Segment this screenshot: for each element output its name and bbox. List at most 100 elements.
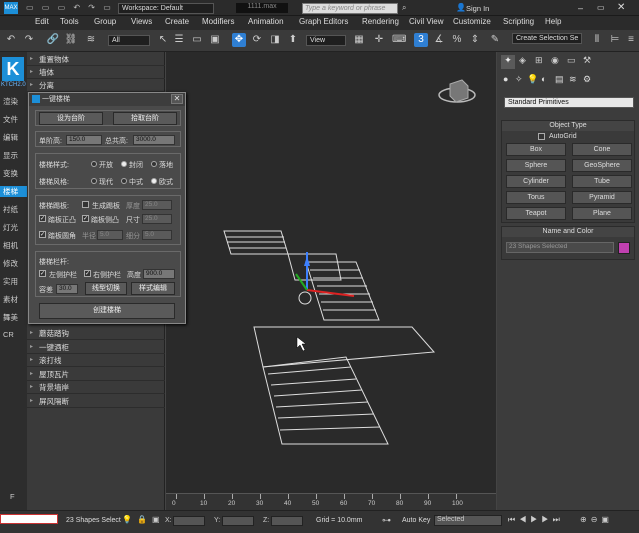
style-edit-button[interactable]: 样式编辑 bbox=[131, 282, 175, 295]
playback-controls[interactable]: ⏮◀▶▶⏭ bbox=[508, 515, 564, 525]
sign-in-link[interactable]: Sign In bbox=[466, 4, 489, 13]
menu-tools[interactable]: Tools bbox=[60, 17, 79, 26]
quick-access-icons[interactable]: ▭ ▭ ▭ ↶ ↷ ▭ ▭ bbox=[26, 3, 130, 12]
object-cone-button[interactable]: Cone bbox=[572, 143, 632, 156]
window-crossing-icon[interactable]: ▣ bbox=[208, 33, 222, 47]
isolate-icon[interactable]: 💡 bbox=[122, 515, 132, 524]
tread-front-checkbox[interactable]: ✓ bbox=[39, 215, 46, 222]
menu-civil-view[interactable]: Civil View bbox=[409, 17, 444, 26]
layer-icon[interactable]: ≡ bbox=[624, 33, 638, 47]
plugin-item-bottom-0[interactable]: 蘑菇踏钩 bbox=[27, 328, 165, 340]
plugin-item-bottom-1[interactable]: 一键酒柜 bbox=[27, 342, 165, 354]
left-nav-item-9[interactable]: 修改 bbox=[3, 258, 18, 269]
rotate-icon[interactable]: ⟳ bbox=[250, 33, 264, 47]
viewport-perspective[interactable] bbox=[166, 52, 496, 493]
viewport-nav-icons[interactable]: ⊕⊖▣ bbox=[580, 515, 613, 524]
menu-graph-editors[interactable]: Graph Editors bbox=[299, 17, 348, 26]
link-icon[interactable]: 🔗 bbox=[46, 33, 60, 47]
app-menu-icon[interactable]: MAX bbox=[4, 2, 18, 14]
spacewarps-icon[interactable]: ≋ bbox=[569, 74, 577, 85]
scale-icon[interactable]: ◨ bbox=[268, 33, 282, 47]
left-rail-checkbox[interactable]: ✓ bbox=[39, 270, 46, 277]
menu-create[interactable]: Create bbox=[165, 17, 189, 26]
selection-filter-dropdown[interactable]: All bbox=[108, 35, 150, 46]
left-nav-item-1[interactable]: 文件 bbox=[3, 114, 18, 125]
x-coord-input[interactable] bbox=[173, 516, 205, 526]
segments-input[interactable]: 5.0 bbox=[142, 230, 172, 240]
left-nav-item-0[interactable]: 渲染 bbox=[3, 96, 18, 107]
motion-tab-icon[interactable]: ◉ bbox=[551, 55, 559, 66]
search-input[interactable]: Type a keyword or phrase bbox=[302, 3, 398, 14]
shapes-icon[interactable]: ✧ bbox=[515, 74, 523, 85]
right-rail-checkbox[interactable]: ✓ bbox=[84, 270, 91, 277]
menu-edit[interactable]: Edit bbox=[35, 17, 49, 26]
mirror-icon[interactable]: ⫴ bbox=[590, 33, 604, 47]
add-time-tag-icon[interactable]: ⊶ bbox=[382, 515, 391, 526]
edit-named-sets-icon[interactable]: ✎ bbox=[488, 33, 502, 47]
snap-toggle-icon[interactable]: 3 bbox=[414, 33, 428, 47]
user-icon[interactable]: 👤 bbox=[456, 3, 466, 12]
y-coord-input[interactable] bbox=[222, 516, 254, 526]
object-sphere-button[interactable]: Sphere bbox=[506, 159, 566, 172]
menu-customize[interactable]: Customize bbox=[453, 17, 491, 26]
plugin-item-bottom-3[interactable]: 屋顶瓦片 bbox=[27, 369, 165, 381]
object-name-input[interactable]: 23 Shapes Selected bbox=[506, 242, 614, 253]
align-icon[interactable]: ⊨ bbox=[608, 33, 622, 47]
rect-select-icon[interactable]: ▭ bbox=[190, 33, 204, 47]
dialog-close-button[interactable]: ✕ bbox=[171, 94, 183, 104]
size-input[interactable]: 25.0 bbox=[142, 214, 172, 224]
kind-chinese-radio[interactable] bbox=[121, 178, 127, 184]
menu-group[interactable]: Group bbox=[94, 17, 116, 26]
total-height-input[interactable]: 3000.0 bbox=[133, 135, 175, 145]
helpers-icon[interactable]: ▤ bbox=[555, 74, 564, 85]
plugin-item-top-2[interactable]: 分离 bbox=[27, 80, 165, 92]
time-ruler[interactable]: 0 10 20 30 40 50 60 70 80 90 100 bbox=[166, 493, 496, 511]
display-tab-icon[interactable]: ▭ bbox=[567, 55, 576, 66]
cameras-icon[interactable]: ◐ bbox=[541, 74, 546, 84]
close-button[interactable]: ✕ bbox=[617, 2, 625, 13]
create-tab-icon[interactable]: ✦ bbox=[501, 55, 515, 69]
left-nav-item-13[interactable]: CR bbox=[3, 330, 14, 339]
create-stairs-button[interactable]: 创建楼梯 bbox=[39, 303, 175, 319]
maxscript-listener[interactable] bbox=[0, 514, 58, 524]
z-coord-input[interactable] bbox=[271, 516, 303, 526]
utilities-tab-icon[interactable]: ⚒ bbox=[583, 55, 591, 66]
left-nav-item-11[interactable]: 素材 bbox=[3, 294, 18, 305]
left-nav-item-12[interactable]: 舞美 bbox=[3, 312, 18, 323]
left-nav-item-2[interactable]: 编辑 bbox=[3, 132, 18, 143]
tolerance-input[interactable]: 30.0 bbox=[56, 284, 78, 294]
menu-scripting[interactable]: Scripting bbox=[503, 17, 534, 26]
bind-spacewarp-icon[interactable]: ≋ bbox=[84, 33, 98, 47]
thickness-input[interactable]: 25.0 bbox=[142, 200, 172, 210]
kind-modern-radio[interactable] bbox=[91, 178, 97, 184]
linetype-switch-button[interactable]: 线型切换 bbox=[85, 282, 127, 295]
auto-key-button[interactable]: Auto Key bbox=[402, 517, 430, 524]
menu-animation[interactable]: Animation bbox=[248, 17, 284, 26]
plugin-item-top-0[interactable]: 重置物体 bbox=[27, 54, 165, 66]
style-floor-radio[interactable] bbox=[151, 161, 157, 167]
select-by-name-icon[interactable]: ☰ bbox=[172, 33, 186, 47]
step-height-input[interactable]: 150.0 bbox=[66, 135, 102, 145]
geometry-icon[interactable]: ● bbox=[503, 74, 508, 84]
left-nav-item-3[interactable]: 显示 bbox=[3, 150, 18, 161]
workspace-dropdown[interactable]: Workspace: Default bbox=[118, 3, 214, 14]
modify-tab-icon[interactable]: ◈ bbox=[519, 55, 526, 66]
left-nav-item-8[interactable]: 相机 bbox=[3, 240, 18, 251]
kind-european-radio[interactable] bbox=[151, 178, 157, 184]
systems-icon[interactable]: ⚙ bbox=[583, 74, 591, 85]
keyboard-shortcut-icon[interactable]: ⌨ bbox=[392, 33, 406, 47]
left-nav-footer[interactable]: F bbox=[10, 492, 15, 501]
lock-selection-icon[interactable]: 🔒 bbox=[137, 515, 147, 524]
percent-snap-icon[interactable]: % bbox=[450, 33, 464, 47]
hierarchy-tab-icon[interactable]: ⊞ bbox=[535, 55, 543, 66]
object-color-swatch[interactable] bbox=[618, 242, 630, 254]
pivot-icon[interactable]: ▦ bbox=[352, 33, 366, 47]
search-icon[interactable]: ⌕ bbox=[402, 3, 406, 13]
rail-height-input[interactable]: 900.0 bbox=[143, 269, 175, 279]
kickboard-checkbox[interactable] bbox=[82, 201, 89, 208]
angle-snap-icon[interactable]: ∡ bbox=[432, 33, 446, 47]
redo-icon[interactable]: ↷ bbox=[22, 33, 36, 47]
pickup-stairs-button[interactable]: 拾取台阶 bbox=[113, 112, 177, 125]
object-torus-button[interactable]: Torus bbox=[506, 191, 566, 204]
lights-icon[interactable]: 💡 bbox=[527, 74, 538, 85]
